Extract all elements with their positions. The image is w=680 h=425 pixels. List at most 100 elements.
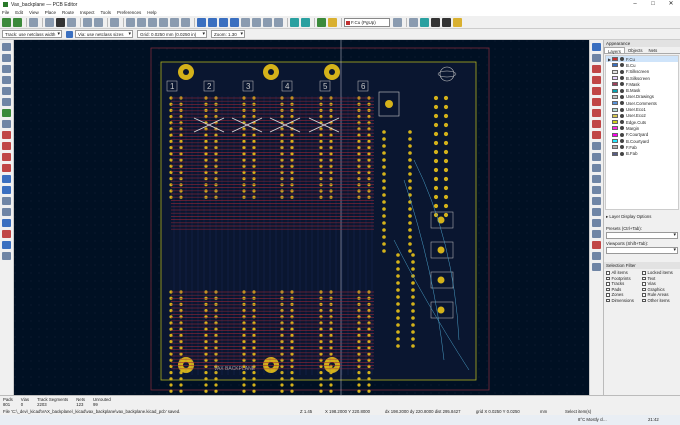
measure-icon[interactable] — [592, 263, 601, 271]
selection-filter-item[interactable]: Other items — [642, 298, 678, 304]
via-size-select[interactable]: Via: use netclass sizes — [75, 30, 133, 38]
draw-arc-icon[interactable] — [592, 153, 601, 161]
layers-manager-icon[interactable] — [2, 208, 11, 216]
cursor-shape-icon[interactable] — [2, 98, 11, 106]
page-settings-icon[interactable] — [45, 17, 54, 27]
add-zone-icon[interactable] — [592, 120, 601, 128]
pcb-drawing[interactable]: 1 2 3 4 5 6 VAX BACKPLANE — [14, 40, 589, 395]
update-from-schematic-icon[interactable] — [317, 17, 326, 27]
lock-icon[interactable] — [263, 17, 272, 27]
visibility-eye-icon[interactable] — [620, 139, 624, 143]
draw-line-icon[interactable] — [592, 142, 601, 150]
grid-select[interactable]: Grid: 0.0250 mm (0.0250 in) — [137, 30, 207, 38]
visibility-eye-icon[interactable] — [620, 63, 624, 68]
zoom-objects-icon[interactable] — [170, 17, 179, 27]
save-icon[interactable] — [29, 17, 38, 27]
show-footprints-icon[interactable] — [2, 230, 11, 238]
layer-color-swatch[interactable] — [612, 94, 618, 99]
tab-nets[interactable]: Nets — [645, 47, 660, 53]
checkbox[interactable] — [642, 293, 646, 297]
draw-rect-icon[interactable] — [592, 164, 601, 172]
plugin-icon[interactable] — [420, 17, 429, 27]
tab-objects[interactable]: Objects — [625, 47, 646, 53]
add-textbox-icon[interactable] — [592, 219, 601, 227]
selection-filter-item[interactable]: Dimensions — [606, 298, 642, 304]
rotate-ccw-icon[interactable] — [197, 17, 206, 27]
draw-circle-icon[interactable] — [592, 175, 601, 183]
curved-ratsnest-icon[interactable] — [2, 120, 11, 128]
python-console-icon[interactable] — [442, 17, 451, 27]
visibility-eye-icon[interactable] — [620, 126, 624, 131]
checkbox[interactable] — [606, 293, 610, 297]
presets-select[interactable] — [606, 232, 678, 239]
local-ratsnest-icon[interactable] — [592, 54, 601, 62]
menu-help[interactable]: Help — [147, 10, 156, 15]
checkbox[interactable] — [606, 282, 610, 286]
menu-edit[interactable]: Edit — [15, 10, 23, 15]
draw-polygon-icon[interactable] — [592, 186, 601, 194]
layer-color-swatch[interactable] — [612, 107, 618, 112]
layer-color-swatch[interactable] — [612, 113, 618, 118]
layer-color-swatch[interactable] — [612, 139, 618, 143]
checkbox[interactable] — [642, 282, 646, 286]
visibility-eye-icon[interactable] — [620, 94, 624, 99]
track-width-auto-icon[interactable] — [66, 30, 73, 38]
rotate-cw-icon[interactable] — [208, 17, 217, 27]
unlock-icon[interactable] — [274, 17, 283, 27]
zoom-selection-icon[interactable] — [181, 17, 190, 27]
ratsnest-icon[interactable] — [2, 109, 11, 117]
pcb-canvas[interactable]: 1 2 3 4 5 6 VAX BACKPLANE — [14, 40, 589, 395]
layer-color-swatch[interactable] — [612, 151, 618, 156]
menu-file[interactable]: File — [2, 10, 9, 15]
viewports-select[interactable] — [606, 247, 678, 254]
checkbox[interactable] — [606, 276, 610, 280]
place-footprint-icon[interactable] — [592, 65, 601, 73]
layer-pair-icon[interactable] — [393, 17, 402, 27]
layer-color-swatch[interactable] — [612, 101, 618, 106]
layer-color-swatch[interactable] — [612, 120, 618, 125]
menu-preferences[interactable]: Preferences — [117, 10, 141, 15]
zone-fill-icon[interactable] — [2, 131, 11, 139]
delete-tool-icon[interactable] — [592, 241, 601, 249]
refresh-icon[interactable] — [126, 17, 135, 27]
checkbox[interactable] — [642, 271, 646, 275]
route-track-icon[interactable] — [592, 76, 601, 84]
close-button[interactable]: ✕ — [662, 0, 680, 9]
add-image-icon[interactable] — [592, 197, 601, 205]
footprint-editor-icon[interactable] — [290, 17, 299, 27]
checkbox[interactable] — [642, 287, 646, 291]
visibility-eye-icon[interactable] — [620, 82, 624, 87]
layer-color-swatch[interactable] — [612, 82, 618, 87]
rule-area-icon[interactable] — [592, 131, 601, 139]
zone-outline-icon[interactable] — [2, 142, 11, 150]
footprint-browser-icon[interactable] — [301, 17, 310, 27]
visibility-eye-icon[interactable] — [620, 113, 624, 118]
action-plugin-icon[interactable] — [453, 17, 462, 27]
select-tool-icon[interactable] — [592, 43, 601, 51]
checkbox[interactable] — [642, 298, 646, 302]
minimize-button[interactable]: – — [626, 0, 644, 9]
layer-color-swatch[interactable] — [612, 57, 618, 62]
units-mil-icon[interactable] — [2, 76, 11, 84]
layer-selector[interactable]: F.Cu (PgUp) — [344, 17, 390, 27]
visibility-eye-icon[interactable] — [620, 120, 624, 125]
layer-color-swatch[interactable] — [612, 132, 618, 137]
add-via-icon[interactable] — [592, 109, 601, 117]
zoom-out-icon[interactable] — [148, 17, 157, 27]
visibility-eye-icon[interactable] — [620, 57, 624, 62]
units-mm-icon[interactable] — [2, 87, 11, 95]
dimension-icon[interactable] — [592, 230, 601, 238]
microwave-icon[interactable] — [2, 219, 11, 227]
visibility-eye-icon[interactable] — [620, 101, 624, 106]
grid-toggle-icon[interactable] — [2, 43, 11, 51]
print-icon[interactable] — [56, 17, 65, 27]
board-setup-icon[interactable] — [2, 17, 11, 27]
visibility-eye-icon[interactable] — [620, 88, 624, 93]
polar-coords-icon[interactable] — [2, 54, 11, 62]
layer-color-swatch[interactable] — [612, 69, 618, 74]
tab-layers[interactable]: Layers — [604, 47, 625, 54]
group-icon[interactable] — [241, 17, 250, 27]
menu-tools[interactable]: Tools — [101, 10, 112, 15]
units-inch-icon[interactable] — [2, 65, 11, 73]
pad-outline-icon[interactable] — [2, 153, 11, 161]
